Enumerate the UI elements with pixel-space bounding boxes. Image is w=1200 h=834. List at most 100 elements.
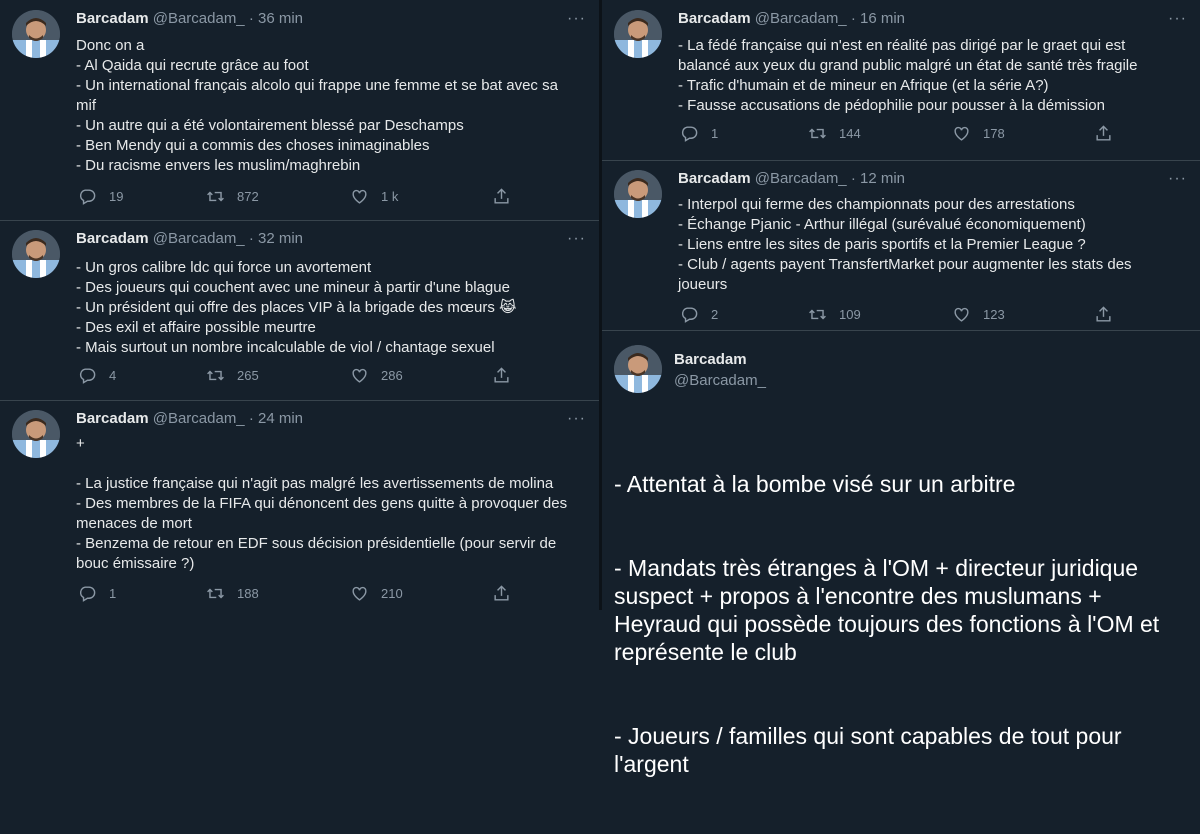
reply-button[interactable]: 19 — [78, 187, 123, 206]
share-icon — [494, 585, 509, 601]
share-button[interactable] — [492, 187, 523, 206]
tweet-actions: 1 188 210 — [78, 584, 528, 604]
separator-dot: · — [850, 170, 856, 187]
like-button[interactable]: 1 k — [350, 187, 398, 206]
avatar[interactable] — [614, 345, 662, 393]
tweet-text: + - La justice française qui n'agit pas m… — [76, 434, 577, 574]
tweet-line: - Trafic d'humain et de mineur en Afriqu… — [678, 77, 1049, 94]
retweet-button[interactable]: 872 — [206, 187, 259, 206]
tweet-line: - Un président qui offre des places VIP … — [76, 299, 517, 316]
tweet-actions: 1 144 178 — [680, 124, 1130, 144]
retweet-button[interactable]: 109 — [808, 305, 861, 324]
share-button[interactable] — [1094, 305, 1125, 324]
tweet[interactable]: Barcadam @Barcadam_ · 32 min ··· - Un gr… — [0, 220, 599, 400]
reply-button[interactable]: 1 — [680, 124, 718, 143]
tweet-header: Barcadam @Barcadam_ · 24 min — [76, 410, 303, 428]
avatar[interactable] — [614, 170, 662, 218]
retweet-count: 265 — [237, 368, 259, 383]
share-icon — [494, 188, 509, 204]
tweet-time[interactable]: 12 min — [860, 170, 905, 187]
tweet-line: - Joueurs / familles qui sont capables d… — [614, 723, 1128, 777]
tweet-line: - Attentat à la bombe visé sur un arbitr… — [614, 471, 1016, 497]
tweet-line: - Al Qaida qui recrute grâce au foot — [76, 57, 309, 74]
avatar[interactable] — [12, 10, 60, 58]
focused-tweet[interactable]: Barcadam @Barcadam_ - Attentat à la bomb… — [602, 330, 1200, 777]
author-handle[interactable]: @Barcadam_ — [755, 10, 847, 27]
author-handle[interactable]: @Barcadam_ — [153, 410, 245, 427]
separator-dot: · — [248, 230, 254, 247]
author-handle[interactable]: @Barcadam_ — [153, 230, 245, 247]
retweet-icon — [809, 128, 826, 139]
reply-count: 1 — [711, 126, 719, 141]
tweet-line: - Un autre qui a été volontairement bles… — [76, 117, 464, 134]
author-name[interactable]: Barcadam — [678, 170, 751, 187]
like-count: 210 — [381, 586, 403, 601]
reply-button[interactable]: 4 — [78, 366, 116, 385]
more-options-icon[interactable]: ··· — [1168, 11, 1187, 27]
more-options-icon[interactable]: ··· — [567, 11, 586, 27]
author-name[interactable]: Barcadam — [76, 10, 149, 27]
more-options-icon[interactable]: ··· — [567, 231, 586, 247]
tweet-line: + — [76, 435, 85, 452]
separator-dot: · — [850, 10, 856, 27]
avatar[interactable] — [12, 410, 60, 458]
tweet-header: Barcadam @Barcadam_ · 16 min — [678, 10, 905, 28]
tweet[interactable]: Barcadam @Barcadam_ · 24 min ··· + - La j… — [0, 400, 599, 610]
reply-count: 1 — [109, 586, 117, 601]
more-options-icon[interactable]: ··· — [567, 411, 586, 427]
author-name[interactable]: Barcadam — [674, 351, 747, 368]
retweet-button[interactable]: 265 — [206, 366, 259, 385]
like-count: 178 — [983, 126, 1005, 141]
retweet-icon — [207, 588, 224, 599]
tweet-line: Donc on a — [76, 37, 145, 54]
share-button[interactable] — [1094, 124, 1125, 143]
author-name[interactable]: Barcadam — [76, 230, 149, 247]
tweet-time[interactable]: 36 min — [258, 10, 303, 27]
tweet-separator — [0, 400, 599, 401]
heart-icon — [954, 126, 969, 141]
like-button[interactable]: 286 — [350, 366, 403, 385]
tweet[interactable]: Barcadam @Barcadam_ · 36 min ··· Donc on… — [0, 0, 599, 220]
reply-button[interactable]: 2 — [680, 305, 718, 324]
tweet-line: - Des membres de la FIFA qui dénoncent d… — [76, 495, 572, 532]
reply-count: 19 — [109, 189, 124, 204]
reply-icon — [681, 307, 698, 323]
retweet-icon — [207, 370, 224, 381]
reply-button[interactable]: 1 — [78, 584, 116, 603]
tweet-text: - Un gros calibre ldc qui force un avort… — [76, 258, 577, 358]
like-button[interactable]: 210 — [350, 584, 403, 603]
retweet-count: 144 — [839, 126, 861, 141]
avatar[interactable] — [614, 10, 662, 58]
avatar[interactable] — [12, 230, 60, 278]
retweet-icon — [207, 191, 224, 202]
author-handle[interactable]: @Barcadam_ — [674, 372, 766, 389]
tweet-time[interactable]: 16 min — [860, 10, 905, 27]
tweet[interactable]: Barcadam @Barcadam_ · 12 min ··· - Inter… — [602, 160, 1200, 330]
tweet[interactable]: Barcadam @Barcadam_ · 16 min ··· - La fé… — [602, 0, 1200, 160]
heart-icon — [954, 307, 969, 322]
retweet-button[interactable]: 188 — [206, 584, 259, 603]
more-options-icon[interactable]: ··· — [1168, 171, 1187, 187]
like-button[interactable]: 178 — [952, 124, 1005, 143]
retweet-button[interactable]: 144 — [808, 124, 861, 143]
tweet-time[interactable]: 24 min — [258, 410, 303, 427]
tweet-time[interactable]: 32 min — [258, 230, 303, 247]
like-button[interactable]: 123 — [952, 305, 1005, 324]
tweet-line: - Un international français alcolo qui f… — [76, 77, 563, 114]
share-button[interactable] — [492, 584, 523, 603]
author-name[interactable]: Barcadam — [678, 10, 751, 27]
author-handle[interactable]: @Barcadam_ — [755, 170, 847, 187]
reply-icon — [79, 368, 96, 384]
share-icon — [1096, 306, 1111, 322]
retweet-count: 188 — [237, 586, 259, 601]
tweet-separator — [0, 220, 599, 221]
focused-tweet-text: - Attentat à la bombe visé sur un arbitr… — [614, 414, 1174, 834]
tweet-text: - Interpol qui ferme des championnats po… — [678, 195, 1178, 295]
author-name[interactable]: Barcadam — [76, 410, 149, 427]
author-handle[interactable]: @Barcadam_ — [153, 10, 245, 27]
share-button[interactable] — [492, 366, 523, 385]
share-icon — [1096, 125, 1111, 141]
tweet-line: - La fédé française qui n'est en réalité… — [678, 37, 1138, 74]
tweet-line: - Benzema de retour en EDF sous décision… — [76, 535, 561, 572]
separator-dot: · — [248, 410, 254, 427]
